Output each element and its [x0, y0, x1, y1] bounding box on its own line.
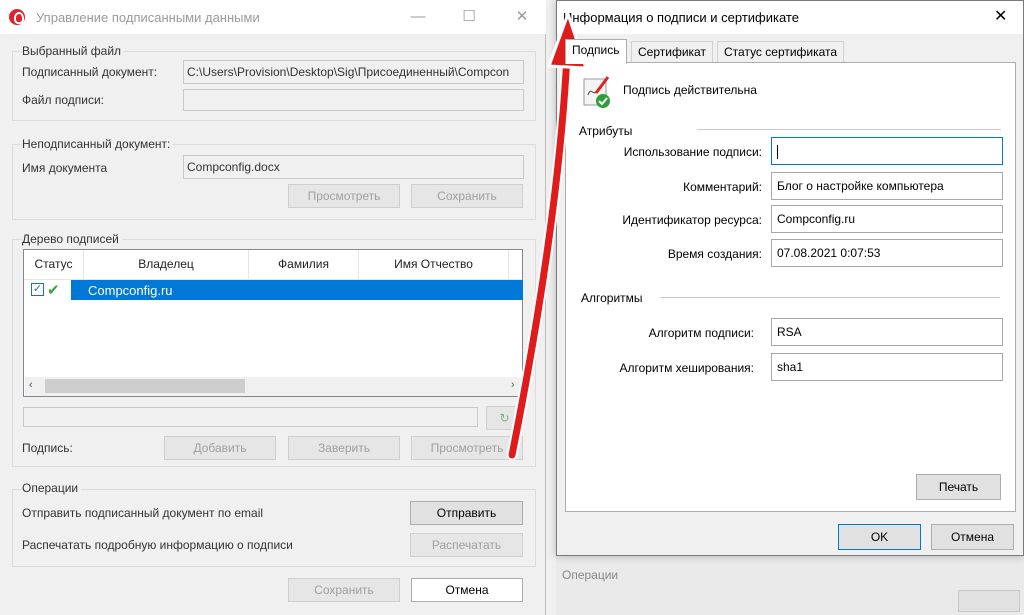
peek-operations-label: Операции	[562, 568, 619, 582]
sig-alg-field[interactable]: RSA	[771, 318, 1003, 346]
signed-doc-label: Подписанный документ:	[22, 65, 158, 79]
signature-info-dialog: Информация о подписи и сертификате ✕ Под…	[556, 0, 1024, 556]
column-header-surname[interactable]: Фамилия	[249, 250, 359, 279]
footer-cancel-button[interactable]: Отмена	[411, 578, 523, 602]
comment-field[interactable]: Блог о настройке компьютера	[771, 172, 1003, 200]
text-caret	[777, 144, 778, 159]
background-window-peek: Операции	[556, 556, 1024, 615]
created-time-label: Время создания:	[667, 247, 762, 261]
minimize-icon[interactable]: —	[406, 6, 430, 28]
print-button[interactable]: Печать	[916, 474, 1001, 500]
comment-label: Комментарий:	[683, 180, 762, 194]
scrollbar-thumb[interactable]	[45, 379, 245, 393]
hash-alg-label: Алгоритм хеширования:	[619, 361, 754, 375]
ok-button[interactable]: OK	[838, 524, 921, 550]
sig-alg-label: Алгоритм подписи:	[648, 326, 754, 340]
dialog-close-icon[interactable]: ✕	[994, 6, 1007, 26]
footer-save-button[interactable]: Сохранить	[288, 578, 400, 602]
dialog-title: Информация о подписи и сертификате	[563, 10, 799, 25]
tab-certificate[interactable]: Сертификат	[631, 41, 713, 63]
close-icon[interactable]: ✕	[510, 6, 534, 28]
peek-button	[958, 590, 1020, 612]
resource-id-label: Идентификатор ресурса:	[622, 213, 762, 227]
right-titlebar: Информация о подписи и сертификате ✕	[557, 1, 1023, 34]
row-owner-cell: Compconfig.ru	[88, 283, 173, 298]
signature-label: Подпись:	[22, 441, 73, 455]
send-email-label: Отправить подписанный документ по email	[22, 506, 264, 520]
certify-button[interactable]: Заверить	[288, 436, 400, 460]
operations-group-label: Операции	[22, 481, 82, 495]
selected-file-group-label: Выбранный файл	[22, 44, 125, 58]
send-button[interactable]: Отправить	[410, 501, 523, 525]
signature-valid-icon	[582, 75, 610, 108]
signature-tree-group-label: Дерево подписей	[22, 232, 122, 246]
signature-view-button[interactable]: Просмотреть	[411, 436, 523, 460]
column-header-name[interactable]: Имя Отчество	[359, 250, 509, 279]
scroll-right-icon[interactable]: ›	[511, 379, 515, 391]
left-titlebar: Управление подписанными данными — ☐ ✕	[0, 0, 546, 34]
app-logo-icon	[9, 9, 25, 25]
sig-file-label: Файл подписи:	[22, 93, 104, 107]
left-window-title: Управление подписанными данными	[36, 10, 260, 25]
column-header-owner[interactable]: Владелец	[84, 250, 249, 279]
usage-input[interactable]	[771, 137, 1003, 165]
table-row[interactable]: ✓ ✔ Compconfig.ru	[25, 280, 523, 300]
signed-doc-field[interactable]: C:\Users\Provision\Desktop\Sig\Присоедин…	[183, 60, 524, 84]
usage-label: Использование подписи:	[623, 145, 762, 159]
hash-alg-field[interactable]: sha1	[771, 353, 1003, 381]
signed-data-manager-window: Управление подписанными данными — ☐ ✕ Вы…	[0, 0, 546, 615]
tree-progress-field	[23, 407, 478, 427]
sig-file-field[interactable]	[183, 89, 524, 111]
selected-row-highlight: Compconfig.ru	[71, 280, 523, 300]
algorithms-separator	[660, 297, 1000, 298]
tab-signature[interactable]: Подпись	[565, 39, 627, 64]
add-signature-button[interactable]: Добавить	[164, 436, 276, 460]
attributes-section-label: Атрибуты	[579, 124, 633, 138]
unsigned-doc-group-label: Неподписанный документ:	[22, 137, 174, 151]
unsigned-view-button[interactable]: Просмотреть	[288, 184, 400, 208]
signature-tree-table[interactable]: Статус Владелец Фамилия Имя Отчество ✓ ✔…	[23, 249, 523, 397]
created-time-field[interactable]: 07.08.2021 0:07:53	[771, 239, 1003, 267]
attributes-separator	[697, 129, 1001, 130]
tree-horizontal-scrollbar[interactable]: ‹ ›	[25, 377, 523, 396]
signature-status-text: Подпись действительна	[623, 83, 757, 97]
refresh-icon[interactable]: ↻	[486, 406, 523, 430]
doc-name-field[interactable]: Compconfig.docx	[183, 155, 524, 179]
column-header-status[interactable]: Статус	[24, 250, 84, 279]
dialog-cancel-button[interactable]: Отмена	[931, 524, 1014, 550]
row-checkbox[interactable]: ✓	[31, 283, 44, 296]
unsigned-save-button[interactable]: Сохранить	[411, 184, 523, 208]
signature-tab-panel: Подпись действительна Атрибуты Использов…	[565, 62, 1016, 512]
algorithms-section-label: Алгоритмы	[581, 291, 643, 305]
scroll-left-icon[interactable]: ‹	[29, 379, 33, 391]
maximize-icon[interactable]: ☐	[457, 6, 481, 28]
print-info-button[interactable]: Распечатать	[410, 533, 523, 557]
resource-id-field[interactable]: Compconfig.ru	[771, 205, 1003, 233]
valid-check-icon: ✔	[47, 282, 60, 299]
tab-certificate-status[interactable]: Статус сертификата	[717, 41, 845, 63]
print-info-label: Распечатать подробную информацию о подпи…	[22, 538, 293, 552]
doc-name-label: Имя документа	[22, 161, 108, 175]
